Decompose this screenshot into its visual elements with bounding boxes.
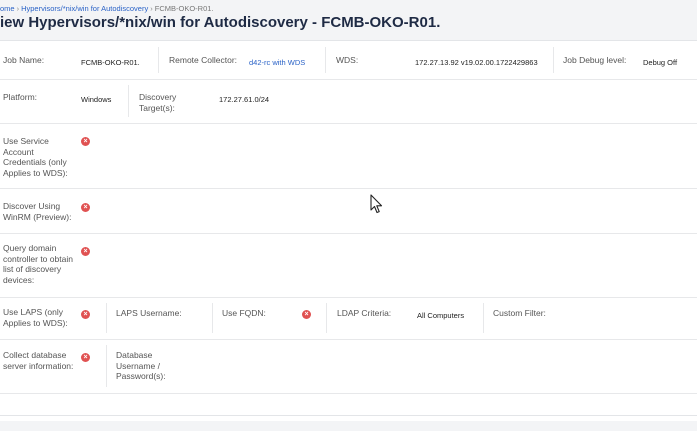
divider bbox=[0, 415, 697, 416]
x-circle-icon: × bbox=[81, 247, 90, 256]
job-name-label: Job Name: bbox=[3, 55, 45, 65]
laps-username-label: LAPS Username: bbox=[116, 308, 182, 318]
remote-collector-label: Remote Collector: bbox=[169, 55, 238, 65]
wds-value: 172.27.13.92 v19.02.00.1722429863 bbox=[415, 58, 538, 67]
db-username-label: Database Username / Password(s): bbox=[116, 350, 166, 381]
remote-collector-link[interactable]: d42-rc with WDS bbox=[249, 58, 305, 67]
x-circle-icon: × bbox=[81, 137, 90, 146]
row-winrm: Discover Using WinRM (Preview): × bbox=[0, 188, 697, 234]
job-name-value: FCMB-OKO-R01. bbox=[81, 58, 140, 67]
row-platform: Platform: Windows Discovery Target(s): 1… bbox=[0, 79, 697, 124]
breadcrumb-separator: › bbox=[150, 4, 153, 13]
row-service-account: Use Service Account Credentials (only Ap… bbox=[0, 123, 697, 189]
divider bbox=[483, 303, 484, 333]
breadcrumb-separator: › bbox=[16, 4, 20, 13]
platform-value: Windows bbox=[81, 95, 112, 104]
use-service-account-label: Use Service Account Credentials (only Ap… bbox=[3, 136, 68, 178]
x-circle-icon: × bbox=[81, 310, 90, 319]
breadcrumb-current: FCMB-OKO-R01. bbox=[154, 4, 214, 13]
use-laps-label: Use LAPS (only Applies to WDS): bbox=[3, 307, 68, 328]
job-debug-level-value: Debug Off bbox=[643, 58, 678, 67]
job-debug-level-label: Job Debug level: bbox=[563, 55, 627, 65]
divider bbox=[326, 303, 327, 333]
ldap-criteria-label: LDAP Criteria: bbox=[337, 308, 392, 318]
collect-db-label: Collect database server information: bbox=[3, 350, 74, 371]
row-collect-db: Collect database server information: × D… bbox=[0, 339, 697, 394]
breadcrumb-home[interactable]: ome bbox=[0, 4, 15, 13]
divider bbox=[106, 345, 107, 387]
use-fqdn-label: Use FQDN: bbox=[222, 308, 266, 318]
divider bbox=[128, 85, 129, 117]
discover-winrm-label: Discover Using WinRM (Preview): bbox=[3, 201, 72, 222]
divider bbox=[325, 47, 326, 73]
row-query-domain: Query domain controller to obtain list o… bbox=[0, 233, 697, 298]
x-circle-icon: × bbox=[81, 203, 90, 212]
job-details-panel: Job Name: FCMB-OKO-R01. Remote Collector… bbox=[0, 40, 697, 421]
discovery-targets-label: Discovery Target(s): bbox=[139, 92, 177, 113]
custom-filter-label: Custom Filter: bbox=[493, 308, 546, 318]
query-domain-label: Query domain controller to obtain list o… bbox=[3, 243, 73, 285]
discovery-targets-value: 172.27.61.0/24 bbox=[219, 95, 270, 104]
divider bbox=[106, 303, 107, 333]
x-circle-icon: × bbox=[302, 310, 311, 319]
x-circle-icon: × bbox=[81, 353, 90, 362]
divider bbox=[212, 303, 213, 333]
row-job-info: Job Name: FCMB-OKO-R01. Remote Collector… bbox=[0, 41, 697, 80]
page-title: iew Hypervisors/*nix/win for Autodiscove… bbox=[0, 14, 441, 31]
divider bbox=[553, 47, 554, 73]
row-laps: Use LAPS (only Applies to WDS): × LAPS U… bbox=[0, 297, 697, 340]
platform-label: Platform: bbox=[3, 92, 38, 102]
wds-label: WDS: bbox=[336, 55, 359, 65]
ldap-criteria-value: All Computers bbox=[417, 311, 465, 320]
breadcrumb: ome › Hypervisors/*nix/win for Autodiscove… bbox=[0, 4, 214, 13]
breadcrumb-parent[interactable]: Hypervisors/*nix/win for Autodiscovery bbox=[21, 4, 148, 13]
divider bbox=[158, 47, 159, 73]
mouse-pointer-icon bbox=[370, 194, 383, 214]
